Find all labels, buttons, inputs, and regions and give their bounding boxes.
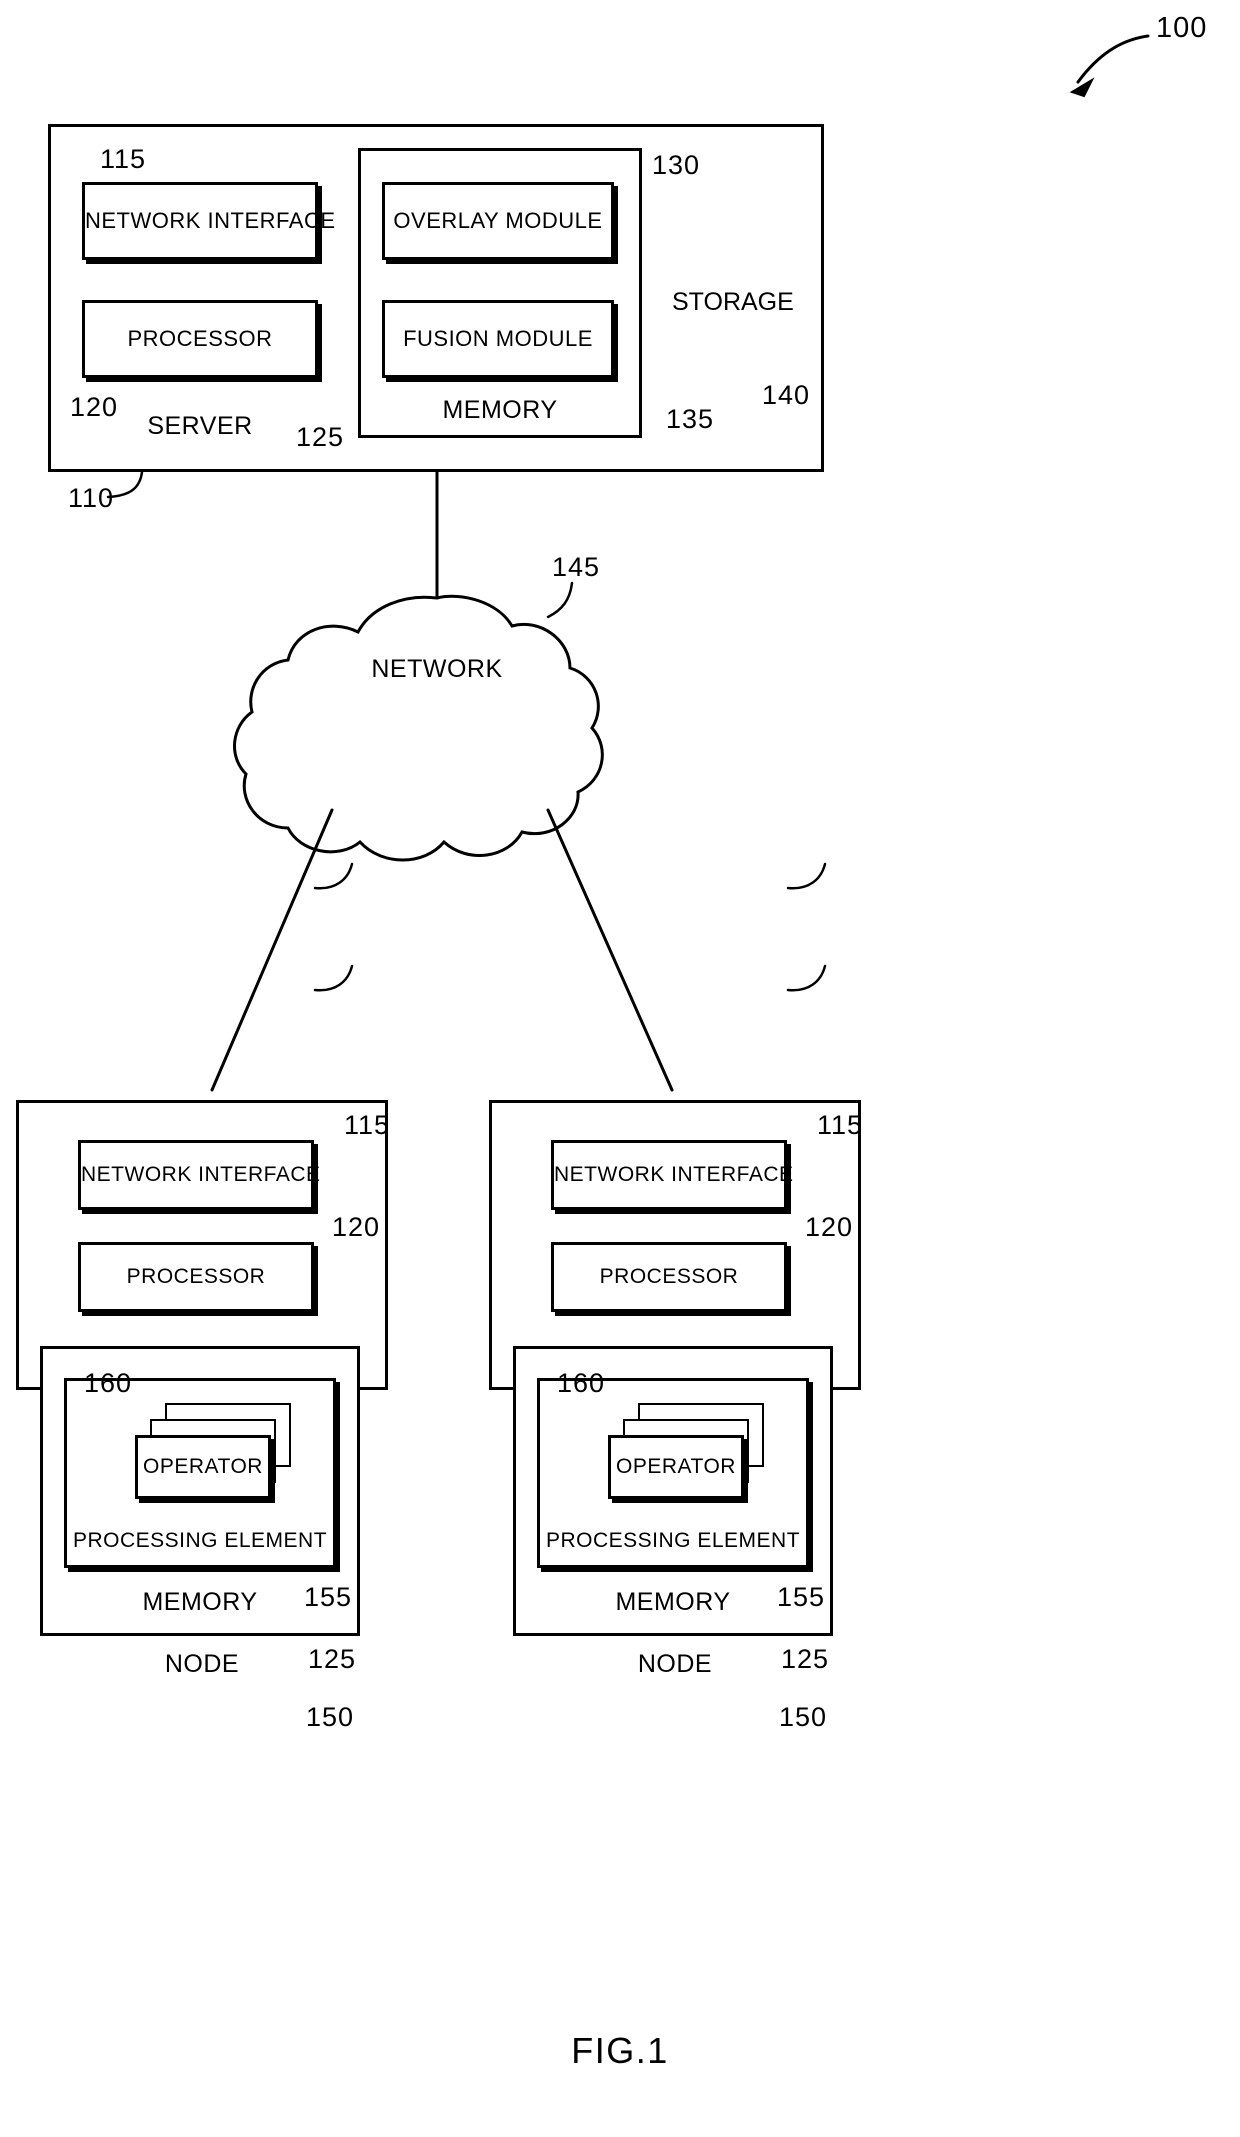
network-node2-link	[546, 808, 674, 1092]
ref-120-server: 120	[70, 392, 119, 422]
ref-160-node-2: 160	[557, 1368, 606, 1398]
ref-115-server: 115	[100, 144, 147, 174]
server-processor-box[interactable]: PROCESSOR	[82, 300, 318, 378]
node-1-network-interface-label: NETWORK INTERFACE	[81, 1163, 321, 1186]
system-ref-leader	[1076, 34, 1150, 84]
fusion-module-box[interactable]: FUSION MODULE	[382, 300, 614, 378]
patent-figure: NETWORK INTERFACE PROCESSOR OVERLAY MODU…	[0, 0, 1240, 2137]
ref-100-system: 100	[1156, 12, 1208, 44]
ref-120-node-1: 120	[332, 1212, 381, 1242]
server-network-interface-box[interactable]: NETWORK INTERFACE	[82, 182, 336, 260]
node-2-network-interface-box[interactable]: NETWORK INTERFACE	[551, 1140, 794, 1210]
network-node1-link	[210, 808, 334, 1092]
node-1-network-interface-box[interactable]: NETWORK INTERFACE	[78, 1140, 321, 1210]
network-ref-leader	[546, 581, 574, 619]
node-2-processor-box[interactable]: PROCESSOR	[551, 1242, 787, 1312]
ref-160-node-1: 160	[84, 1368, 133, 1398]
server-network-interface-label: NETWORK INTERFACE	[85, 208, 336, 233]
node1-proc-leader	[313, 964, 354, 992]
ref-115-node-1: 115	[344, 1110, 391, 1140]
node-2-processing-element-label: PROCESSING ELEMENT	[545, 1529, 801, 1552]
ref-150-node-1: 150	[306, 1702, 355, 1732]
ref-140-storage: 140	[762, 380, 811, 410]
ref-110-server: 110	[68, 483, 115, 513]
ref-155-node-2: 155	[777, 1582, 826, 1612]
fusion-module-label: FUSION MODULE	[403, 326, 593, 351]
network-cloud-shape	[233, 594, 604, 862]
ref-135-fusion: 135	[666, 404, 715, 434]
server-memory-caption: MEMORY	[442, 396, 558, 424]
node-2-processor-label: PROCESSOR	[599, 1265, 739, 1288]
overlay-module-box[interactable]: OVERLAY MODULE	[382, 182, 614, 260]
node-2-operator-box[interactable]: OPERATOR	[608, 1435, 744, 1499]
figure-caption: FIG.1	[571, 2030, 669, 2071]
node-1-processor-box[interactable]: PROCESSOR	[78, 1242, 314, 1312]
overlay-module-label: OVERLAY MODULE	[393, 208, 603, 233]
ref-125-server-memory: 125	[296, 422, 345, 452]
network-label: NETWORK	[371, 655, 503, 683]
server-processor-label: PROCESSOR	[127, 326, 273, 351]
system-ref-arrowhead	[1069, 77, 1095, 98]
node-1-operator-label: OPERATOR	[143, 1455, 263, 1478]
ref-155-node-1: 155	[304, 1582, 353, 1612]
ref-125-node-2: 125	[781, 1644, 830, 1674]
node-2-network-interface-label: NETWORK INTERFACE	[554, 1163, 794, 1186]
ref-125-node-1: 125	[308, 1644, 357, 1674]
ref-130-overlay: 130	[652, 150, 701, 180]
storage-label: STORAGE	[672, 288, 794, 316]
node1-ni-leader	[313, 862, 354, 890]
ref-145-network: 145	[552, 552, 601, 582]
node-2-operator-label: OPERATOR	[616, 1455, 736, 1478]
node2-ni-leader	[786, 862, 827, 890]
ref-115-node-2: 115	[817, 1110, 864, 1140]
node2-proc-leader	[786, 964, 827, 992]
node-1-processing-element-label: PROCESSING ELEMENT	[72, 1529, 328, 1552]
ref-120-node-2: 120	[805, 1212, 854, 1242]
node-1-processor-label: PROCESSOR	[126, 1265, 266, 1288]
ref-150-node-2: 150	[779, 1702, 828, 1732]
node-1-operator-box[interactable]: OPERATOR	[135, 1435, 271, 1499]
